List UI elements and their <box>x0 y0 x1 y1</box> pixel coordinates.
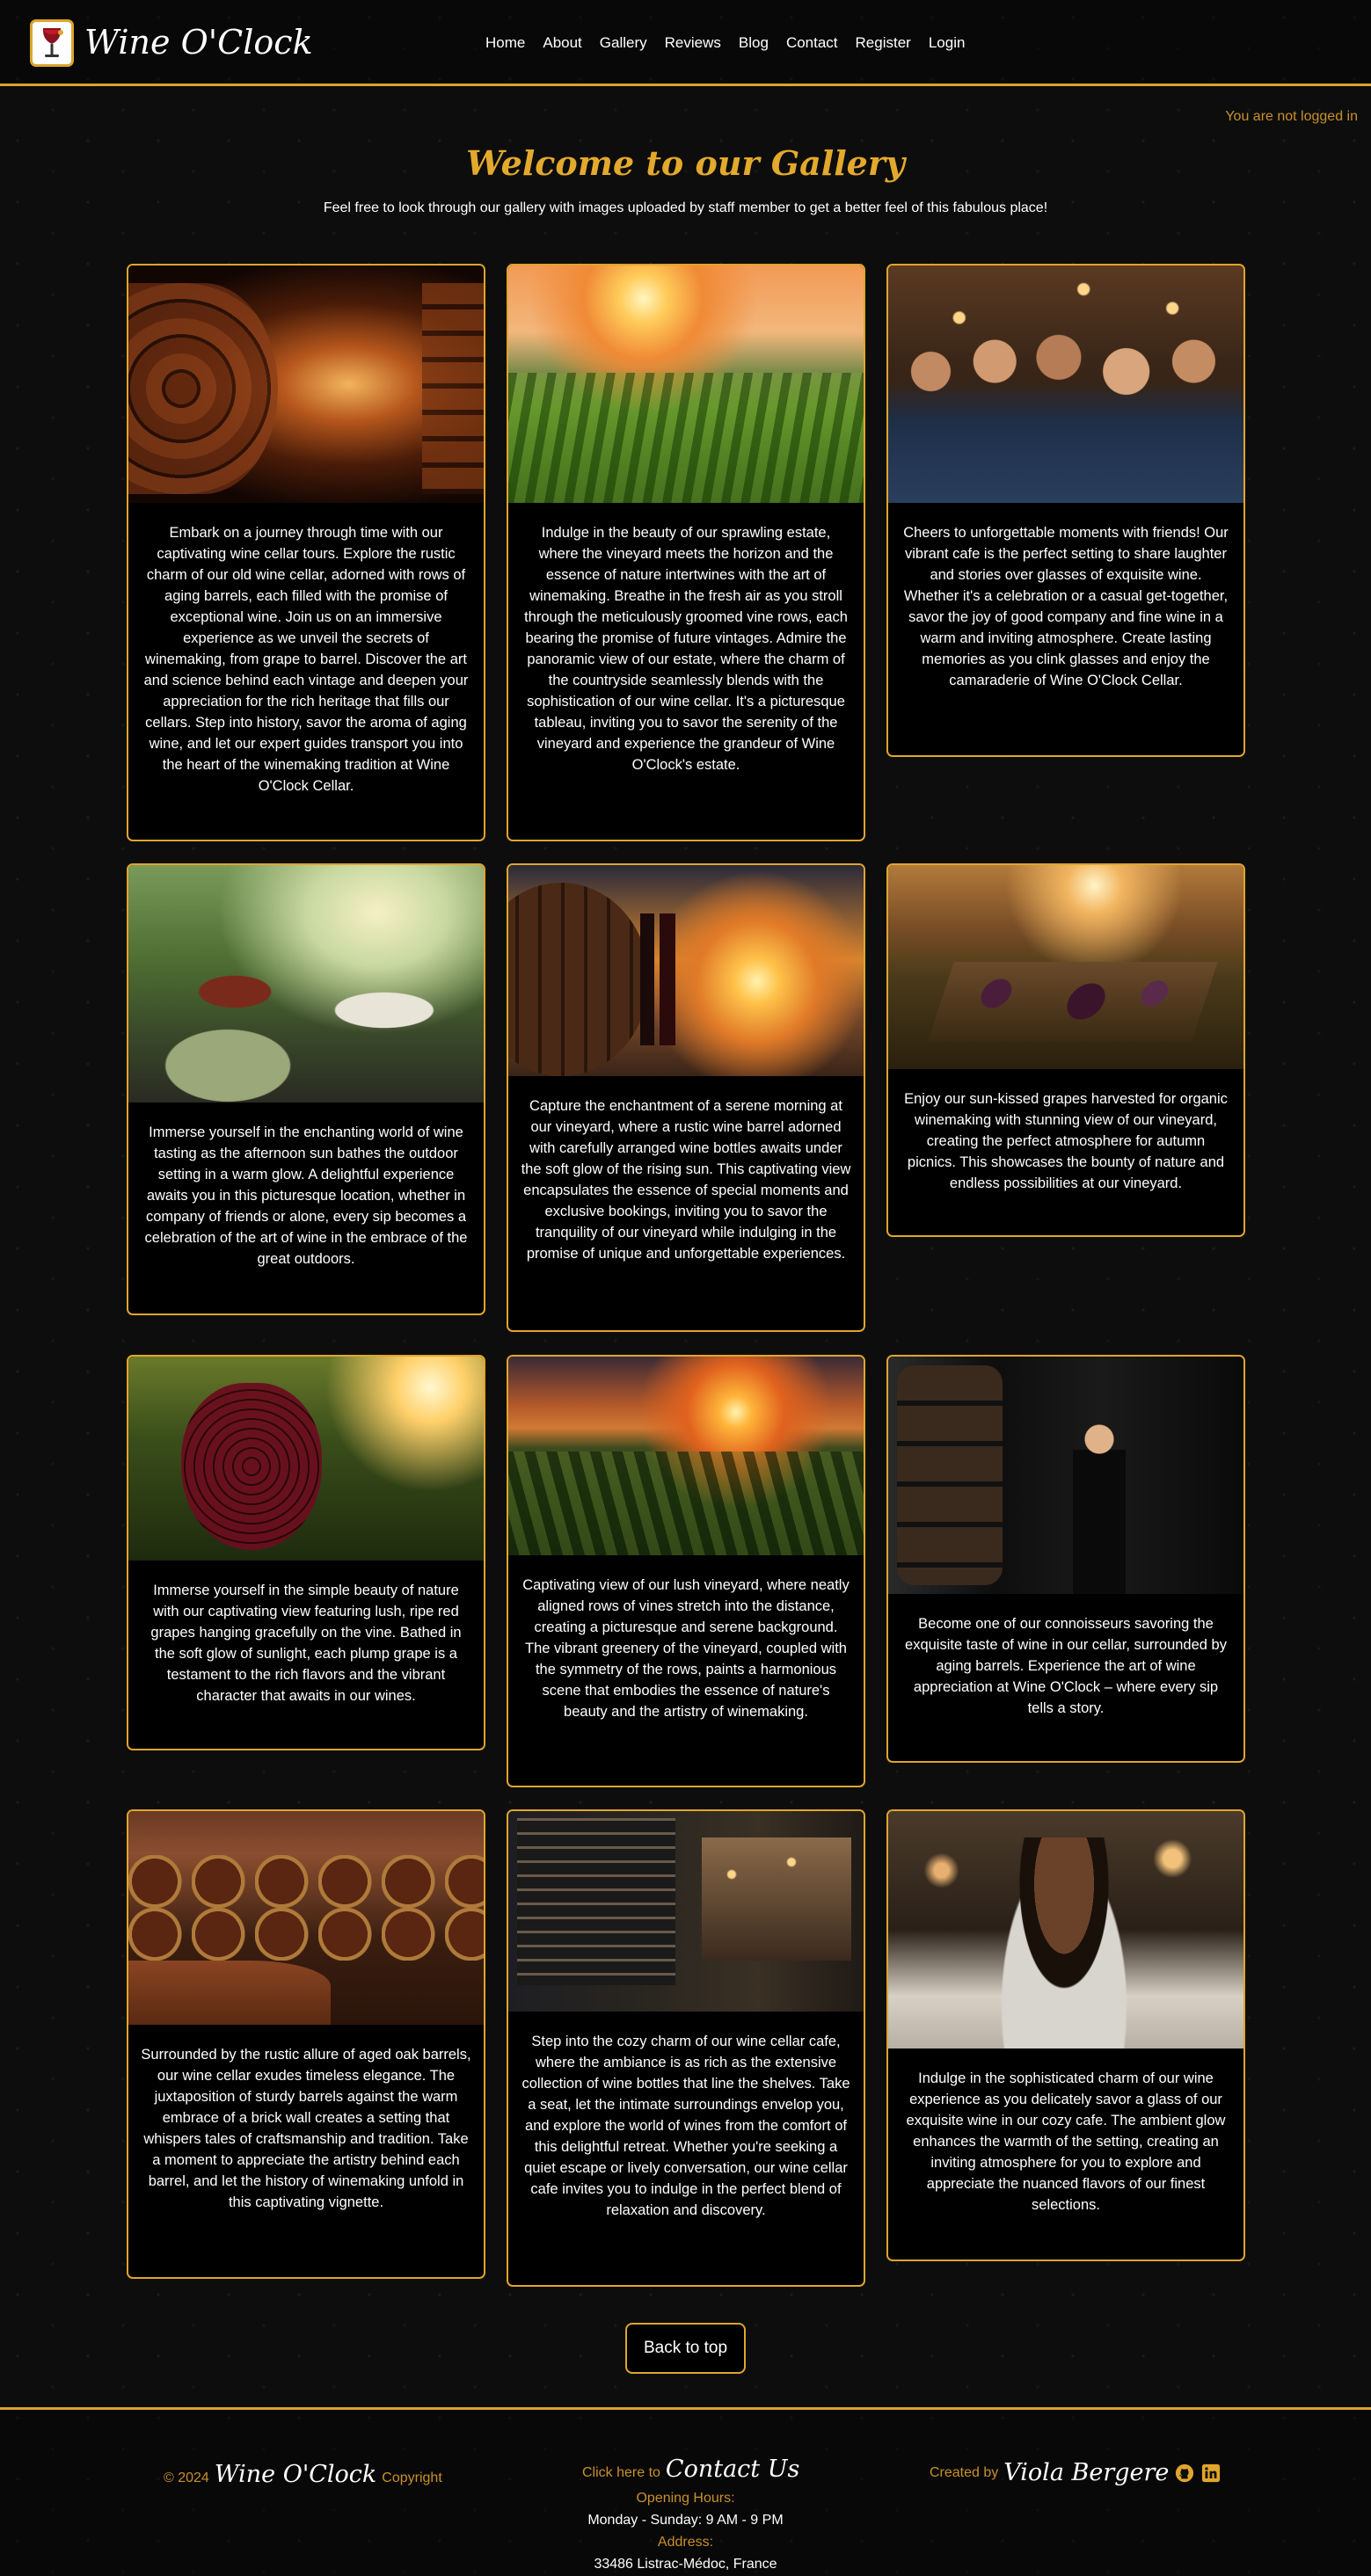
nav-home[interactable]: Home <box>477 34 534 52</box>
gallery-image <box>508 1811 864 2012</box>
nav-register[interactable]: Register <box>847 34 920 52</box>
site-footer: © 2024 Wine O'Clock Copyright Click here… <box>0 2407 1371 2576</box>
gallery-caption: Captivating view of our lush vineyard, w… <box>522 1577 850 1720</box>
nav-contact[interactable]: Contact <box>777 34 847 52</box>
contact-us-link[interactable]: Contact Us <box>666 2456 799 2483</box>
contact-prefix: Click here to <box>582 2465 660 2480</box>
copyright-label: Copyright <box>382 2470 442 2485</box>
footer-credits: Created by Viola Bergere <box>930 2459 1222 2486</box>
address-value: 33486 Listrac-Médoc, France <box>594 2557 777 2572</box>
copyright-year: © 2024 <box>164 2470 209 2485</box>
gallery-image <box>888 266 1243 503</box>
footer-info: Opening Hours: Monday - Sunday: 9 AM - 9… <box>0 2487 1371 2575</box>
gallery-image <box>508 266 864 503</box>
footer-copyright: © 2024 Wine O'Clock Copyright <box>164 2461 442 2488</box>
gallery-card: Embark on a journey through time with ou… <box>127 264 485 841</box>
main-nav: Home About Gallery Reviews Blog Contact … <box>477 30 974 56</box>
gallery-caption: Surrounded by the rustic allure of aged … <box>141 2047 471 2210</box>
gallery-caption: Become one of our connoisseurs savoring … <box>905 1616 1227 1716</box>
gallery-card: Immerse yourself in the simple beauty of… <box>127 1355 485 1750</box>
gallery-image <box>508 1357 864 1555</box>
gallery-caption: Immerse yourself in the enchanting world… <box>144 1124 468 1267</box>
footer-brand: Wine O'Clock <box>214 2461 377 2488</box>
page-subtitle: Feel free to look through our gallery wi… <box>323 200 1048 215</box>
gallery-image <box>888 1811 1243 2048</box>
back-to-top-button[interactable]: Back to top <box>625 2323 746 2374</box>
gallery-caption: Cheers to unforgettable moments with fri… <box>903 525 1229 688</box>
gallery-caption: Indulge in the beauty of our sprawling e… <box>524 525 848 773</box>
gallery-caption: Step into the cozy charm of our wine cel… <box>521 2034 850 2218</box>
nav-blog[interactable]: Blog <box>730 34 777 52</box>
linkedin-icon[interactable] <box>1200 2463 1222 2484</box>
nav-login[interactable]: Login <box>920 34 974 52</box>
footer-contact: Click here to Contact Us <box>582 2456 799 2483</box>
gallery-card: Surrounded by the rustic allure of aged … <box>127 1809 485 2279</box>
gallery-card: Step into the cozy charm of our wine cel… <box>507 1809 865 2287</box>
gallery-card: Enjoy our sun-kissed grapes harvested fo… <box>886 863 1245 1237</box>
gallery-caption: Indulge in the sophisticated charm of ou… <box>906 2070 1226 2213</box>
gallery-image <box>888 865 1243 1069</box>
address-label: Address: <box>657 2535 714 2550</box>
gallery-image <box>128 1811 484 2025</box>
gallery-image <box>888 1357 1243 1594</box>
gallery-caption: Capture the enchantment of a serene morn… <box>521 1098 851 1262</box>
home-logo-link[interactable] <box>30 19 74 67</box>
gallery-image <box>128 1357 484 1561</box>
gallery-card: Cheers to unforgettable moments with fri… <box>886 264 1245 757</box>
nav-about[interactable]: About <box>534 34 590 52</box>
gallery-image <box>128 865 484 1102</box>
gallery-card: Immerse yourself in the enchanting world… <box>127 863 485 1315</box>
gallery-caption: Embark on a journey through time with ou… <box>143 525 469 794</box>
wine-glass-logo-icon <box>42 28 63 57</box>
site-header: Wine O'Clock Home About Gallery Reviews … <box>0 0 1371 86</box>
page-title: Welcome to our Gallery <box>466 143 905 183</box>
created-by-label: Created by <box>930 2464 999 2480</box>
nav-gallery[interactable]: Gallery <box>591 34 656 52</box>
gallery-image <box>508 865 864 1076</box>
gallery-caption: Enjoy our sun-kissed grapes harvested fo… <box>904 1091 1228 1191</box>
gallery-card: Indulge in the sophisticated charm of ou… <box>886 1809 1245 2261</box>
gallery-card: Captivating view of our lush vineyard, w… <box>507 1355 865 1787</box>
gallery-card: Capture the enchantment of a serene morn… <box>507 863 865 1332</box>
gallery-image <box>128 266 484 503</box>
author-name: Viola Bergere <box>1003 2459 1170 2486</box>
github-icon[interactable] <box>1174 2463 1195 2484</box>
nav-reviews[interactable]: Reviews <box>656 34 730 52</box>
brand-name[interactable]: Wine O'Clock <box>84 18 313 67</box>
gallery-card: Become one of our connoisseurs savoring … <box>886 1355 1245 1763</box>
gallery-card: Indulge in the beauty of our sprawling e… <box>507 264 865 841</box>
opening-hours-label: Opening Hours: <box>636 2491 735 2506</box>
login-status: You are not logged in <box>1225 109 1358 124</box>
gallery-caption: Immerse yourself in the simple beauty of… <box>150 1583 462 1704</box>
opening-hours-value: Monday - Sunday: 9 AM - 9 PM <box>587 2513 784 2528</box>
